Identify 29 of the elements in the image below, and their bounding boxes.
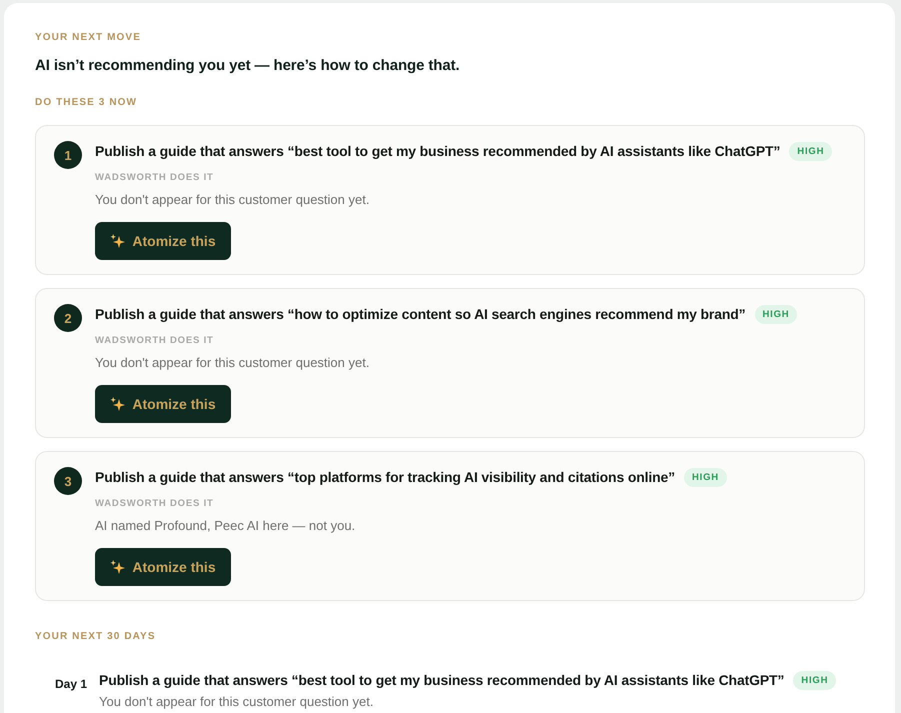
step-number: 2 [54, 304, 82, 332]
sparkle-icon [110, 396, 126, 412]
action-title: Publish a guide that answers “top platforms for tracking AI visibility and citations online” [95, 468, 675, 487]
atomize-button[interactable]: Atomize this [95, 548, 231, 586]
section-label: YOUR NEXT MOVE [35, 31, 141, 45]
sparkle-icon [110, 234, 126, 248]
owner-label: WADSWORTH DOES IT [95, 334, 214, 348]
atomize-button[interactable]: Atomize this [95, 385, 231, 423]
action-title: Publish a guide that answers “best tool to get my business recommended by AI assistants like ChatGPT” [95, 142, 780, 161]
action-note: You don't appear for this customer question yet. [95, 354, 370, 372]
step-number: 3 [54, 467, 82, 495]
action-note: You don't appear for this customer question yet. [95, 191, 370, 209]
section-label: YOUR NEXT 30 DAYS [35, 630, 156, 644]
owner-label: WADSWORTH DOES IT [95, 497, 214, 511]
action-note: AI named Profound, Peec AI here — not you. [95, 517, 356, 535]
plan-note: You don't appear for this customer question yet. [99, 693, 374, 711]
atomize-button[interactable]: Atomize this [95, 222, 231, 260]
section-label: DO THESE 3 NOW [35, 96, 138, 110]
priority-tag: HIGH [793, 670, 836, 690]
owner-label: WADSWORTH DOES IT [95, 171, 214, 185]
sparkle-icon [110, 560, 126, 574]
action-title: Publish a guide that answers “how to optimize content so AI search engines recommend my brand” [95, 305, 746, 324]
priority-tag: HIGH [754, 304, 798, 324]
step-number: 1 [54, 141, 82, 169]
priority-tag: HIGH [684, 468, 727, 486]
day-label: Day 1 [55, 677, 87, 691]
priority-tag: HIGH [789, 142, 832, 160]
headline: AI isn’t recommending you yet — here’s how to change that. [35, 56, 460, 76]
plan-title: Publish a guide that answers “best tool to get my business recommended by AI assistants like ChatGPT” [99, 671, 784, 690]
